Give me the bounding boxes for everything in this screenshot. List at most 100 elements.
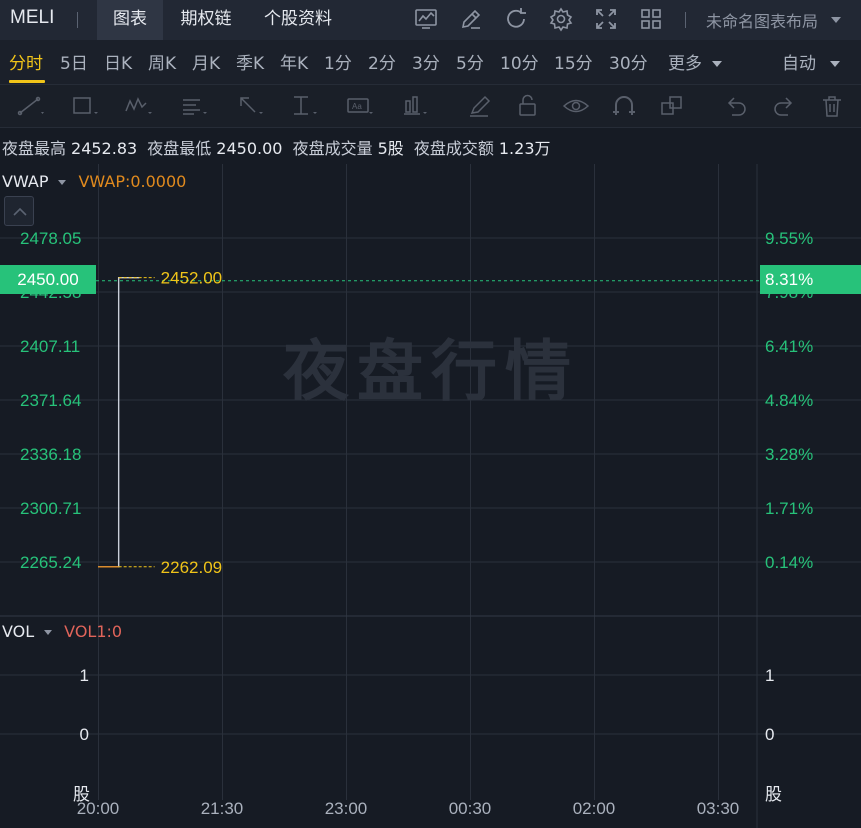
- volume-tick-label: 1: [80, 666, 89, 685]
- x-tick-label: 00:30: [449, 799, 492, 818]
- high-label: 夜盘最高: [2, 139, 67, 158]
- redo-icon[interactable]: [770, 93, 798, 119]
- ticker-symbol[interactable]: MELI: [10, 7, 54, 29]
- period-weekly[interactable]: 周K: [148, 49, 176, 74]
- volume-unit-label: 股: [765, 785, 782, 804]
- vol-value: VOL1:0: [64, 622, 123, 641]
- line-tool-icon[interactable]: [16, 93, 44, 119]
- low-marker-label: 2262.09: [161, 558, 222, 577]
- x-tick-label: 23:00: [325, 799, 368, 818]
- pattern-tool-icon[interactable]: [124, 93, 152, 119]
- layout-name-dropdown[interactable]: 未命名图表布局: [706, 8, 818, 32]
- period-yearly[interactable]: 年K: [280, 49, 308, 74]
- y-tick-label: 2336.18: [20, 445, 81, 464]
- rectangle-tool-icon[interactable]: [70, 93, 98, 119]
- chevron-down-icon[interactable]: [711, 55, 723, 67]
- night-session-stats: 夜盘最高 2452.83 夜盘最低 2450.00 夜盘成交量 5股 夜盘成交额 1.2…: [2, 135, 556, 159]
- trash-icon[interactable]: [818, 93, 846, 119]
- current-price-badge: 2450.00: [0, 265, 96, 294]
- period-30min[interactable]: 30分: [609, 49, 648, 74]
- layout-grid-icon[interactable]: [638, 6, 664, 32]
- refresh-icon[interactable]: [503, 6, 529, 32]
- pct-tick-label: 6.41%: [765, 337, 813, 356]
- x-tick-label: 02:00: [573, 799, 616, 818]
- arrow-tool-icon[interactable]: [236, 93, 264, 119]
- current-pct-badge: 8.31%: [760, 265, 861, 294]
- fib-tool-icon[interactable]: [180, 93, 208, 119]
- y-tick-label: 2371.64: [20, 391, 81, 410]
- period-monthly[interactable]: 月K: [192, 49, 220, 74]
- y-tick-label: 2478.05: [20, 229, 81, 248]
- period-5min[interactable]: 5分: [456, 49, 484, 74]
- period-3min[interactable]: 3分: [412, 49, 440, 74]
- x-tick-label: 03:30: [697, 799, 740, 818]
- chevron-down-icon[interactable]: [829, 55, 841, 67]
- y-tick-label: 2265.24: [20, 553, 81, 572]
- vwap-legend: VWAP VWAP:0.0000: [2, 172, 186, 191]
- x-tick-label: 20:00: [77, 799, 120, 818]
- turnover-label: 夜盘成交额: [413, 139, 494, 158]
- volume-tick-label: 0: [765, 725, 774, 744]
- volume-label: 夜盘成交量: [292, 139, 373, 158]
- volume-tick-label: 1: [765, 666, 774, 685]
- text-tool-icon[interactable]: Aa: [346, 93, 374, 119]
- pct-tick-label: 3.28%: [765, 445, 813, 464]
- period-intraday[interactable]: 分时: [9, 49, 43, 74]
- undo-icon[interactable]: [722, 93, 750, 119]
- period-daily[interactable]: 日K: [104, 49, 132, 74]
- bar-tool-icon[interactable]: [400, 93, 428, 119]
- chart-canvas[interactable]: 2478.052442.582407.112371.642336.182300.…: [0, 164, 861, 828]
- x-tick-label: 21:30: [201, 799, 244, 818]
- pct-tick-label: 9.55%: [765, 229, 813, 248]
- top-bar: MELI 图表 期权链 个股资料 未命名图表布局: [0, 0, 861, 40]
- period-quarterly[interactable]: 季K: [236, 49, 264, 74]
- settings-icon[interactable]: [548, 6, 574, 32]
- indicator-icon[interactable]: [413, 6, 439, 32]
- vwap-value: VWAP:0.0000: [78, 172, 187, 191]
- period-2min[interactable]: 2分: [368, 49, 396, 74]
- collapse-button[interactable]: [4, 196, 34, 226]
- active-period-indicator: [9, 80, 45, 83]
- y-tick-label: 2407.11: [20, 337, 80, 356]
- tab-chart[interactable]: 图表: [97, 0, 163, 40]
- chevron-down-icon[interactable]: [58, 180, 67, 185]
- period-10min[interactable]: 10分: [500, 49, 539, 74]
- volume-legend: VOL VOL1:0: [2, 622, 122, 641]
- period-5day[interactable]: 5日: [60, 49, 88, 74]
- watermark: 夜盘行情: [283, 333, 579, 410]
- measure-tool-icon[interactable]: [290, 93, 318, 119]
- magnet-icon[interactable]: [610, 93, 638, 119]
- vwap-name[interactable]: VWAP: [2, 172, 48, 191]
- vol-name[interactable]: VOL: [2, 622, 34, 641]
- fullscreen-icon[interactable]: [593, 6, 619, 32]
- period-more-dropdown[interactable]: 更多: [668, 49, 702, 74]
- pct-tick-label: 4.84%: [765, 391, 813, 410]
- price-chart[interactable]: 2478.052442.582407.112371.642336.182300.…: [0, 164, 861, 828]
- pct-tick-label: 0.14%: [765, 553, 813, 572]
- scale-mode-dropdown[interactable]: 自动: [782, 49, 816, 74]
- chevron-down-icon[interactable]: [44, 630, 53, 635]
- draw-icon[interactable]: [458, 6, 484, 32]
- period-1min[interactable]: 1分: [324, 49, 352, 74]
- chevron-down-icon[interactable]: [829, 12, 843, 26]
- high-value: 2452.83: [71, 139, 138, 158]
- chevron-up-icon: [13, 207, 27, 216]
- pct-tick-label: 1.71%: [765, 499, 813, 518]
- divider: [77, 12, 78, 28]
- period-15min[interactable]: 15分: [554, 49, 593, 74]
- lock-icon[interactable]: [514, 93, 542, 119]
- volume-tick-label: 0: [80, 725, 89, 744]
- tab-options-chain[interactable]: 期权链: [166, 0, 246, 40]
- layers-icon[interactable]: [658, 93, 686, 119]
- svg-text:Aa: Aa: [352, 102, 362, 111]
- low-value: 2450.00: [216, 139, 283, 158]
- turnover-value: 1.23万: [498, 139, 551, 158]
- brush-icon[interactable]: [466, 93, 494, 119]
- divider: [685, 12, 686, 28]
- price-line: [98, 276, 140, 568]
- tab-company-profile[interactable]: 个股资料: [250, 0, 346, 40]
- volume-value: 5股: [377, 139, 404, 158]
- eye-icon[interactable]: [562, 93, 590, 119]
- drawing-toolbar: Aa: [0, 84, 861, 128]
- low-label: 夜盘最低: [147, 139, 212, 158]
